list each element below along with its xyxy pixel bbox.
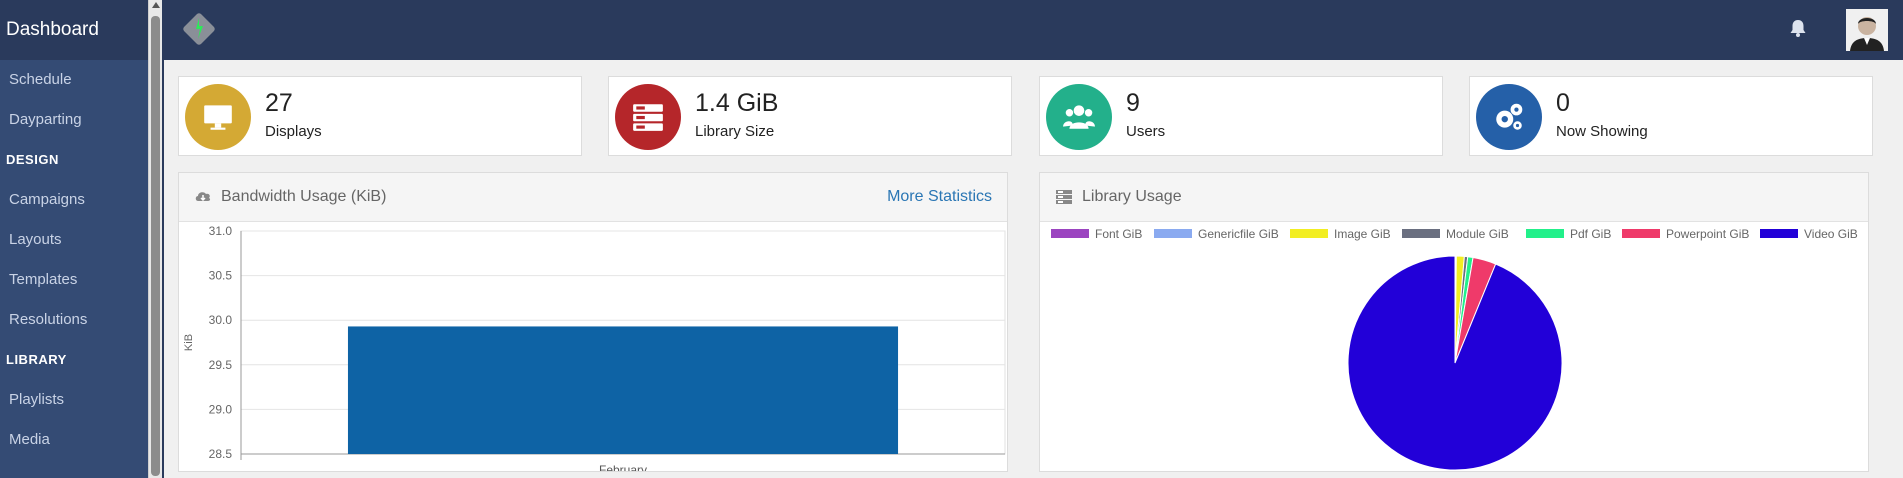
sidebar-item-playlists[interactable]: Playlists xyxy=(0,380,148,420)
y-tick-label: 29.0 xyxy=(209,402,233,416)
sidebar-edge xyxy=(162,0,164,478)
notification-bell-icon[interactable] xyxy=(1787,17,1809,39)
y-tick-label: 30.0 xyxy=(209,313,233,327)
sidebar-menu: Schedule Dayparting DESIGN Campaigns Layouts… xyxy=(0,60,148,460)
users-icon xyxy=(1063,105,1095,129)
server-icon-circle xyxy=(615,84,681,150)
app-logo-icon[interactable] xyxy=(182,12,216,46)
scroll-up-arrow-icon[interactable] xyxy=(152,2,160,8)
stat-card-displays[interactable]: 27 Displays xyxy=(178,76,582,156)
y-axis-label: KiB xyxy=(183,334,195,351)
legend-swatch-font-gib xyxy=(1051,229,1089,238)
legend-swatch-video-gib xyxy=(1760,229,1798,238)
user-avatar-icon xyxy=(1846,9,1888,51)
bandwidth-panel-title: Bandwidth Usage (KiB) xyxy=(221,188,387,205)
sidebar-item-schedule[interactable]: Schedule xyxy=(0,60,148,100)
legend-label-image-gib: Image GiB xyxy=(1334,227,1391,241)
sidebar: Dashboard Schedule Dayparting DESIGN Campai… xyxy=(0,0,148,478)
legend-label-powerpoint-gib: Powerpoint GiB xyxy=(1666,227,1749,241)
library-panel: Library Usage Font GiB Genericfile GiB Ima… xyxy=(1039,172,1869,472)
legend-label-video-gib: Video GiB xyxy=(1804,227,1858,241)
stat-card-users[interactable]: 9 Users xyxy=(1039,76,1443,156)
stat-card-library-size[interactable]: 1.4 GiB Library Size xyxy=(608,76,1012,156)
bar-february xyxy=(347,326,899,454)
more-statistics-link[interactable]: More Statistics xyxy=(887,188,992,206)
stat-value-library-size: 1.4 GiB xyxy=(695,89,779,117)
gears-icon xyxy=(1496,103,1523,130)
stat-label-now-showing: Now Showing xyxy=(1556,123,1648,140)
legend-label-module-gib: Module GiB xyxy=(1446,227,1509,241)
server-stack-icon xyxy=(1056,190,1072,204)
sidebar-item-campaigns[interactable]: Campaigns xyxy=(0,180,148,220)
legend-label-pdf-gib: Pdf GiB xyxy=(1570,227,1611,241)
legend-label-genericfile-gib: Genericfile GiB xyxy=(1198,227,1279,241)
pie-slice-video-gib xyxy=(1347,255,1563,471)
sidebar-item-resolutions[interactable]: Resolutions xyxy=(0,300,148,340)
cloud-download-icon xyxy=(195,192,211,202)
sidebar-brand-dashboard[interactable]: Dashboard xyxy=(0,0,148,60)
scrollbar-thumb[interactable] xyxy=(151,16,160,476)
bandwidth-panel-header: Bandwidth Usage (KiB) More Statistics xyxy=(179,173,1007,222)
bandwidth-panel: Bandwidth Usage (KiB) More Statistics 28… xyxy=(178,172,1008,472)
x-tick-label: February xyxy=(599,463,647,471)
monitor-icon-circle xyxy=(185,84,251,150)
users-icon-circle xyxy=(1046,84,1112,150)
y-tick-label: 30.5 xyxy=(209,269,233,283)
y-tick-label: 28.5 xyxy=(209,447,233,461)
server-icon xyxy=(633,104,663,131)
gears-icon-circle xyxy=(1476,84,1542,150)
user-avatar[interactable] xyxy=(1846,9,1888,51)
legend-swatch-module-gib xyxy=(1402,229,1440,238)
stat-card-now-showing[interactable]: 0 Now Showing xyxy=(1469,76,1873,156)
legend-swatch-genericfile-gib xyxy=(1154,229,1192,238)
top-navbar xyxy=(164,0,1903,60)
sidebar-item-templates[interactable]: Templates xyxy=(0,260,148,300)
legend-swatch-powerpoint-gib xyxy=(1622,229,1660,238)
monitor-icon xyxy=(204,105,232,130)
bandwidth-bar-chart: 28.5 29.0 29.5 30.0 30.5 31.0 KiB February xyxy=(183,224,1006,471)
sidebar-item-layouts[interactable]: Layouts xyxy=(0,220,148,260)
sidebar-section-library: LIBRARY xyxy=(6,352,67,367)
stat-value-users: 9 xyxy=(1126,89,1140,117)
stat-value-now-showing: 0 xyxy=(1556,89,1570,117)
stat-value-displays: 27 xyxy=(265,89,293,117)
library-panel-title: Library Usage xyxy=(1082,188,1182,205)
legend-swatch-image-gib xyxy=(1290,229,1328,238)
sidebar-item-dayparting[interactable]: Dayparting xyxy=(0,100,148,140)
stat-label-library-size: Library Size xyxy=(695,123,775,140)
legend-label-font-gib: Font GiB xyxy=(1095,227,1142,241)
sidebar-item-media[interactable]: Media xyxy=(0,420,148,460)
y-tick-label: 29.5 xyxy=(209,358,233,372)
sidebar-section-design: DESIGN xyxy=(6,152,59,167)
library-pie-chart: Font GiB Genericfile GiB Image GiB Module G… xyxy=(1051,227,1858,471)
library-panel-header: Library Usage xyxy=(1040,173,1868,222)
sidebar-scrollbar[interactable] xyxy=(148,0,163,478)
stat-label-users: Users xyxy=(1126,123,1166,140)
stat-label-displays: Displays xyxy=(265,123,322,140)
y-tick-label: 31.0 xyxy=(209,224,233,238)
legend-swatch-pdf-gib xyxy=(1526,229,1564,238)
